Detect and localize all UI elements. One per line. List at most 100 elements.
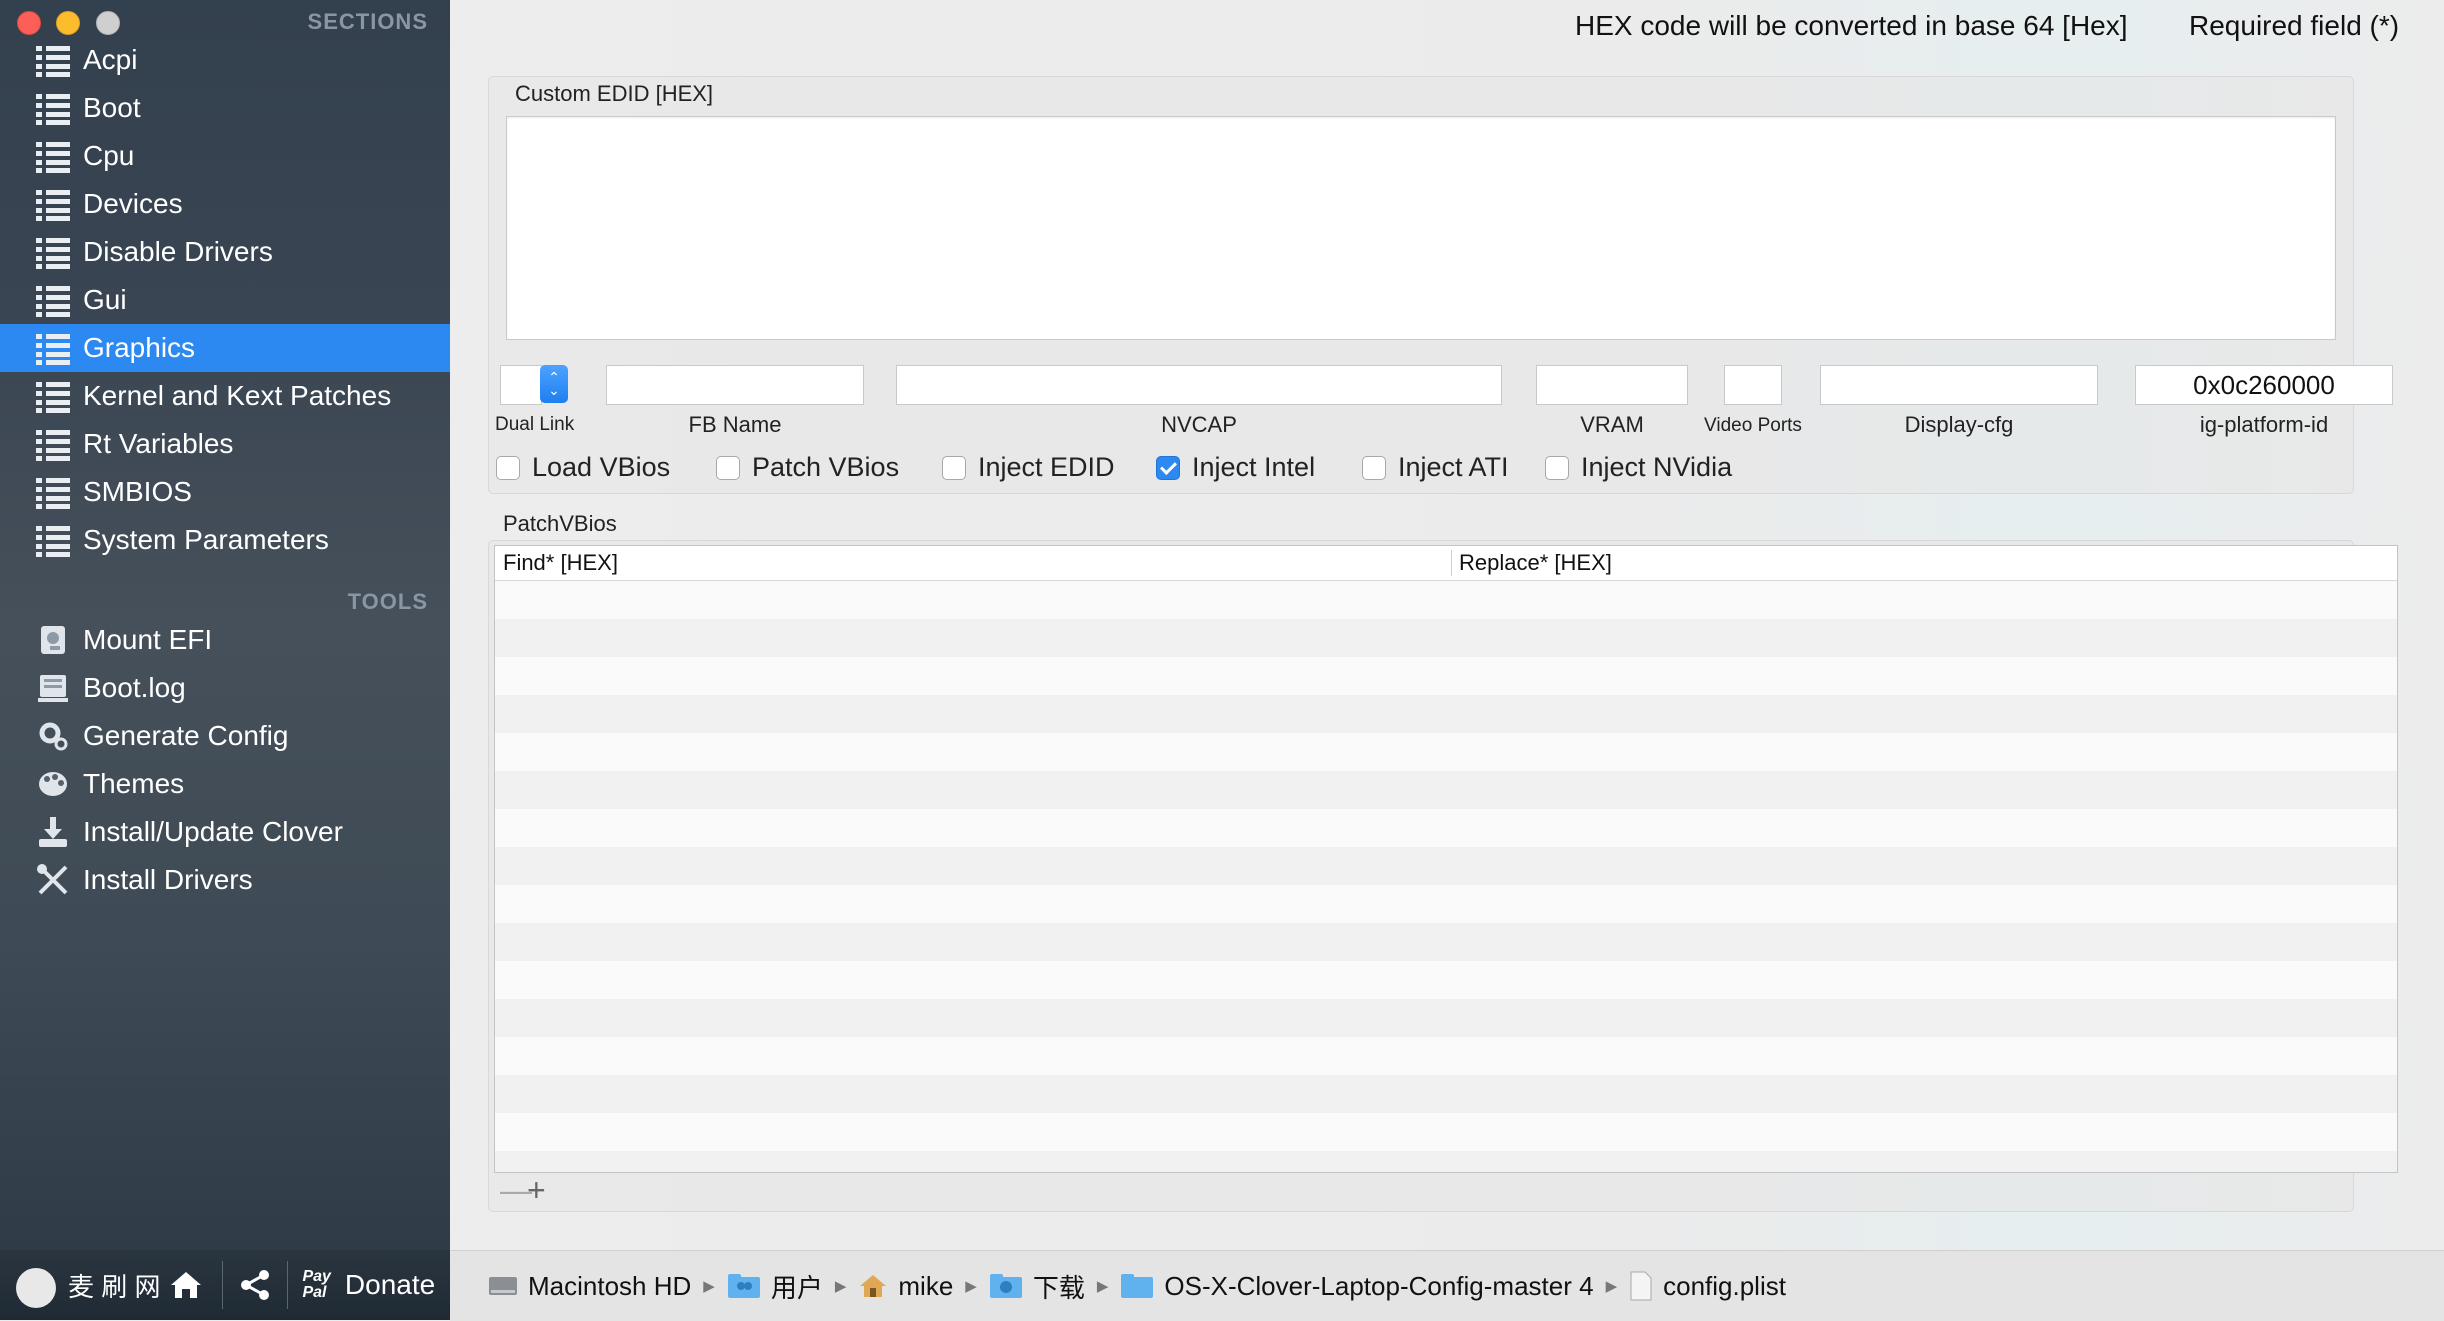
- table-row[interactable]: [495, 885, 2397, 923]
- share-button[interactable]: [235, 1265, 275, 1305]
- log-icon: [36, 671, 70, 705]
- dual-link-label: Dual Link: [495, 414, 575, 435]
- path-item-3[interactable]: 下载: [989, 1268, 1085, 1305]
- sidebar-item-system-parameters[interactable]: System Parameters: [0, 516, 450, 564]
- tool-item-generate-config[interactable]: Generate Config: [0, 712, 450, 760]
- download-icon: [36, 815, 70, 849]
- table-row[interactable]: [495, 809, 2397, 847]
- table-row[interactable]: [495, 619, 2397, 657]
- sidebar-item-label: System Parameters: [83, 524, 329, 555]
- video-ports-label: Video Ports: [1704, 415, 1802, 436]
- palette-icon: [36, 767, 70, 801]
- list-icon: [36, 140, 70, 173]
- checkbox-checked-icon[interactable]: [1156, 455, 1180, 480]
- table-row[interactable]: [495, 961, 2397, 999]
- path-item-4[interactable]: OS-X-Clover-Laptop-Config-master 4: [1120, 1271, 1594, 1302]
- tool-item-boot-log[interactable]: Boot.log: [0, 664, 450, 712]
- sidebar-item-boot[interactable]: Boot: [0, 84, 450, 132]
- list-icon: [36, 284, 70, 317]
- list-icon: [36, 428, 70, 461]
- tool-item-install-drivers[interactable]: Install Drivers: [0, 856, 450, 904]
- table-rows: [495, 581, 2397, 1172]
- checkbox-inject-edid[interactable]: Inject EDID: [942, 452, 1115, 483]
- sidebar-item-label: Kernel and Kext Patches: [83, 380, 392, 411]
- fb-name-input[interactable]: [606, 365, 864, 405]
- patchvbios-table[interactable]: Find* [HEX] Replace* [HEX]: [494, 545, 2398, 1173]
- sidebar-item-cpu[interactable]: Cpu: [0, 132, 450, 180]
- table-row[interactable]: [495, 1113, 2397, 1151]
- checkbox-empty-icon[interactable]: [716, 455, 740, 480]
- table-row[interactable]: [495, 733, 2397, 771]
- sidebar-item-kernel-and-kext-patches[interactable]: Kernel and Kext Patches: [0, 372, 450, 420]
- sidebar-item-rt-variables[interactable]: Rt Variables: [0, 420, 450, 468]
- ig-platform-id-label: ig-platform-id: [2199, 412, 2329, 437]
- dual-link-field[interactable]: [500, 365, 542, 405]
- bottom-divider-2: [287, 1261, 289, 1309]
- table-row[interactable]: [495, 1151, 2397, 1172]
- sections-header: SECTIONS: [307, 9, 428, 34]
- checkbox-inject-intel[interactable]: Inject Intel: [1156, 452, 1315, 483]
- sidebar-item-label: SMBIOS: [83, 476, 192, 507]
- checkbox-empty-icon[interactable]: [1362, 455, 1386, 480]
- sidebar-item-label: Gui: [83, 284, 127, 315]
- path-item-5[interactable]: config.plist: [1629, 1271, 1786, 1302]
- checkbox-patch-vbios[interactable]: Patch VBios: [716, 452, 899, 483]
- checkbox-label: Inject EDID: [978, 452, 1115, 482]
- disk-icon: [36, 623, 70, 657]
- video-ports-input[interactable]: [1724, 365, 1782, 405]
- sidebar-item-label: Devices: [83, 188, 183, 219]
- path-item-1[interactable]: 用户: [727, 1268, 823, 1305]
- table-row[interactable]: [495, 999, 2397, 1037]
- column-replace[interactable]: Replace* [HEX]: [1459, 550, 1612, 576]
- display-cfg-input[interactable]: [1820, 365, 2098, 405]
- minimize-window-button[interactable]: [56, 11, 80, 35]
- dual-link-stepper[interactable]: ⌃ ⌄: [540, 365, 568, 403]
- sidebar-item-label: Graphics: [83, 332, 196, 363]
- tool-item-themes[interactable]: Themes: [0, 760, 450, 808]
- close-window-button[interactable]: [17, 11, 41, 35]
- zoom-window-button[interactable]: [96, 11, 120, 35]
- checkbox-inject-nvidia[interactable]: Inject NVidia: [1545, 452, 1732, 483]
- table-row[interactable]: [495, 771, 2397, 809]
- checkbox-empty-icon[interactable]: [942, 455, 966, 480]
- table-row[interactable]: [495, 581, 2397, 619]
- home-button[interactable]: [168, 1269, 204, 1301]
- vram-input[interactable]: [1536, 365, 1688, 405]
- table-row[interactable]: [495, 695, 2397, 733]
- sidebar-item-disable-drivers[interactable]: Disable Drivers: [0, 228, 450, 276]
- paypal-icon: Pay Pal: [302, 1268, 331, 1301]
- nvcap-input[interactable]: [896, 365, 1502, 405]
- tools-header: TOOLS: [347, 589, 428, 614]
- donate-label: Donate: [344, 1269, 436, 1300]
- column-find[interactable]: Find* [HEX]: [503, 550, 618, 576]
- list-icon: [36, 476, 70, 509]
- add-row-button[interactable]: +: [527, 1172, 546, 1209]
- apple-logo-icon: [16, 1268, 56, 1308]
- downloads-folder-icon: [989, 1273, 1023, 1299]
- sidebar-item-devices[interactable]: Devices: [0, 180, 450, 228]
- path-item-2[interactable]: mike: [858, 1271, 953, 1302]
- checkbox-inject-ati[interactable]: Inject ATI: [1362, 452, 1509, 483]
- table-row[interactable]: [495, 657, 2397, 695]
- checkbox-load-vbios[interactable]: Load VBios: [496, 452, 670, 483]
- checkbox-label: Patch VBios: [752, 452, 900, 482]
- checkbox-empty-icon[interactable]: [496, 455, 520, 480]
- donate-button[interactable]: Pay Pal Donate: [302, 1269, 435, 1301]
- sidebar-item-gui[interactable]: Gui: [0, 276, 450, 324]
- path-separator-icon: ▶: [834, 1278, 847, 1295]
- table-row[interactable]: [495, 1037, 2397, 1075]
- sidebar-item-acpi[interactable]: Acpi: [0, 36, 450, 84]
- tool-item-install-update-clover[interactable]: Install/Update Clover: [0, 808, 450, 856]
- custom-edid-textarea[interactable]: [506, 116, 2336, 340]
- chevron-down-icon: ⌄: [548, 382, 560, 398]
- path-item-0[interactable]: Macintosh HD: [488, 1271, 691, 1302]
- table-row[interactable]: [495, 847, 2397, 885]
- table-row[interactable]: [495, 923, 2397, 961]
- ig-platform-id-input[interactable]: 0x0c260000: [2135, 365, 2393, 405]
- sidebar-item-smbios[interactable]: SMBIOS: [0, 468, 450, 516]
- table-row[interactable]: [495, 1075, 2397, 1113]
- checkbox-empty-icon[interactable]: [1545, 455, 1569, 480]
- hex-note: HEX code will be converted in base 64 [H…: [1575, 10, 2128, 41]
- sidebar-item-graphics[interactable]: Graphics: [0, 324, 450, 372]
- tool-item-mount-efi[interactable]: Mount EFI: [0, 616, 450, 664]
